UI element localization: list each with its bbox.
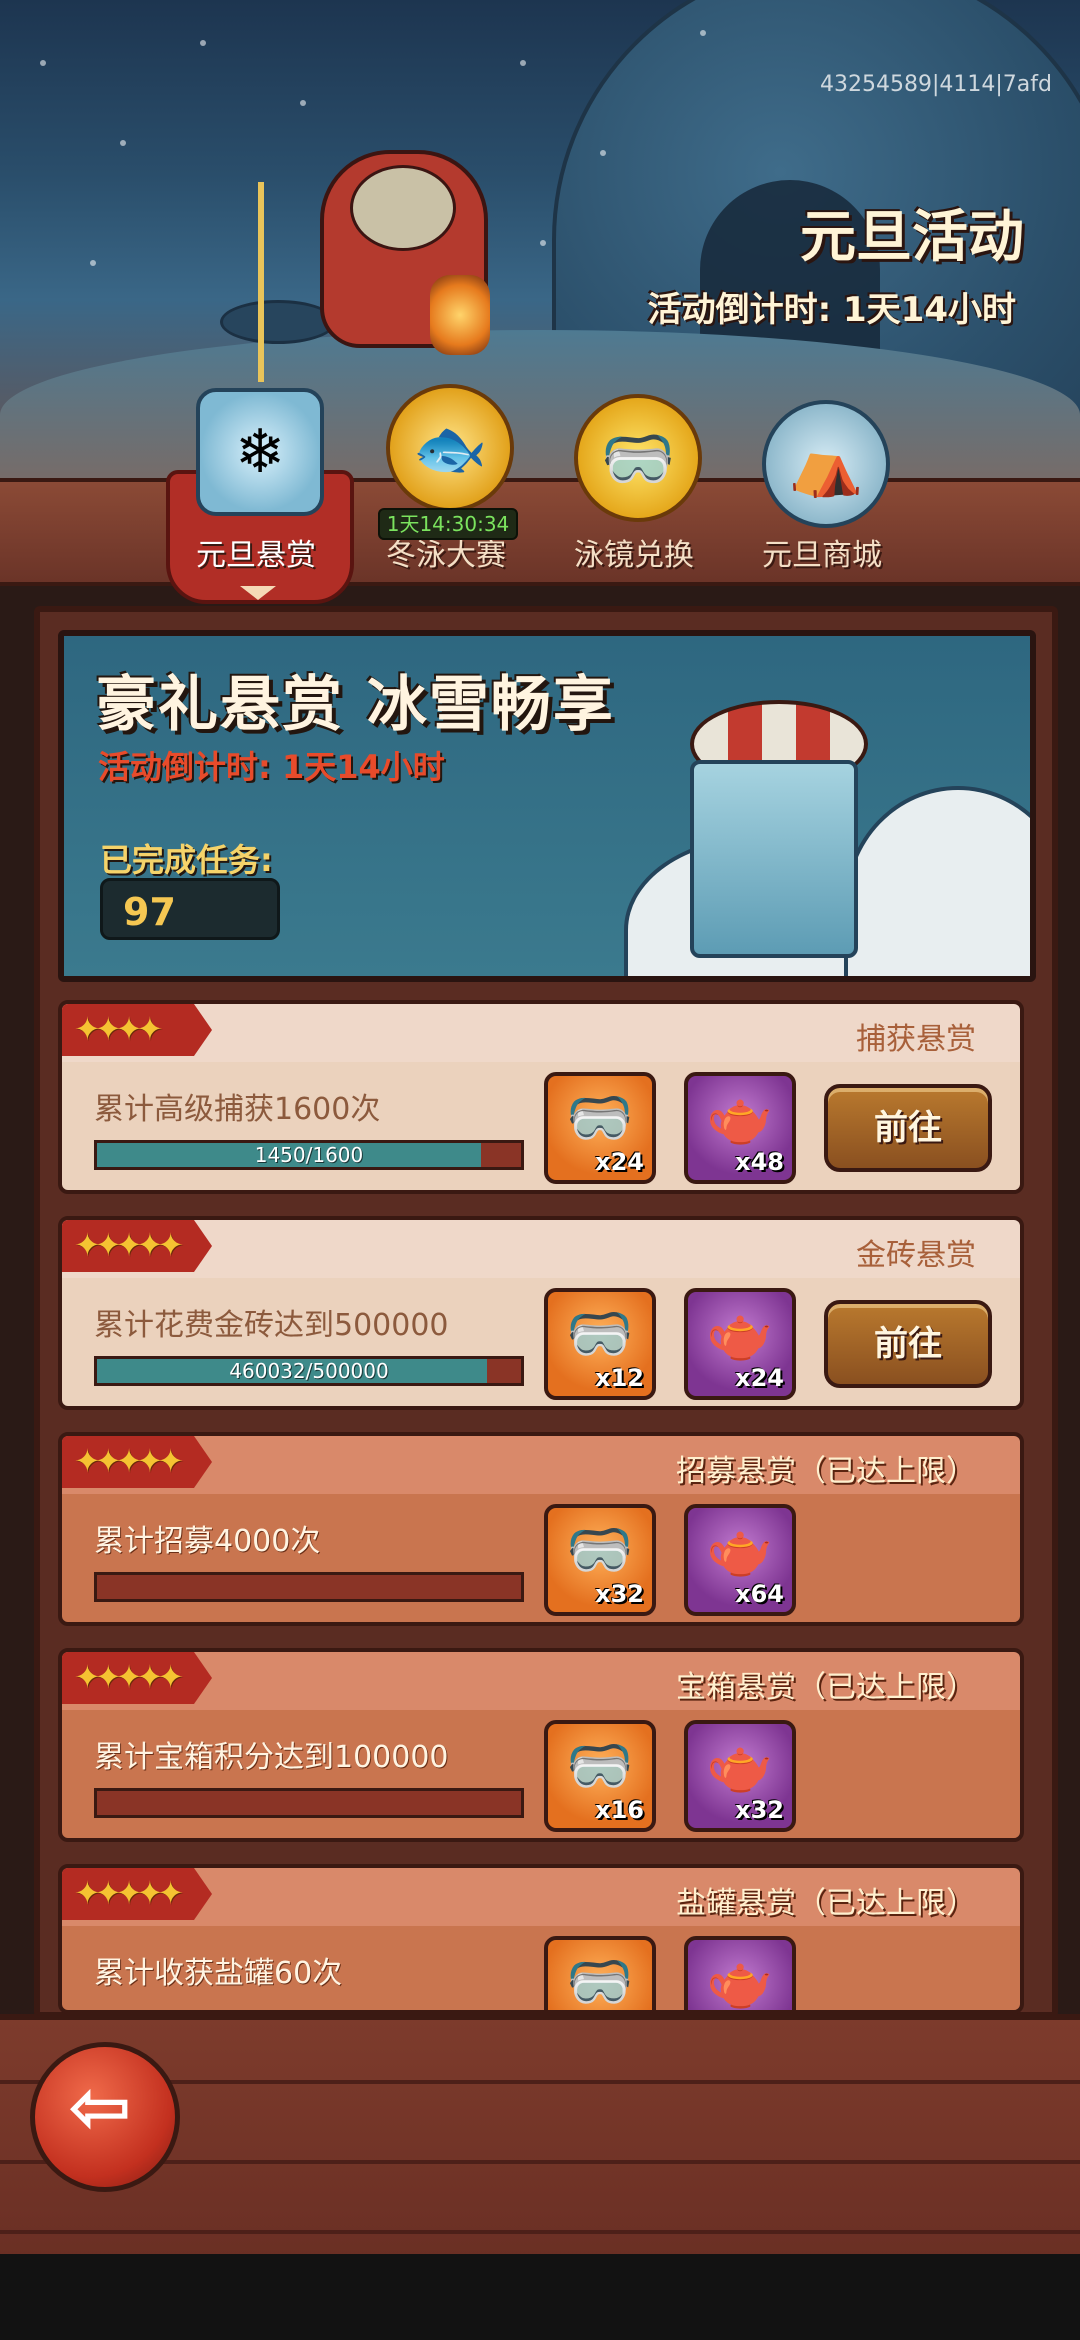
event-title: 元旦活动 xyxy=(800,205,1024,270)
reward-quantity: x64 xyxy=(735,1580,784,1608)
igloo-icon: ⛺ xyxy=(762,400,890,528)
reward-goggles[interactable]: 🥽 xyxy=(544,1936,656,2013)
penguin-face xyxy=(350,165,456,251)
star-icons: ✦✦✦✦✦ xyxy=(74,1658,184,1696)
goggles-icon: 🥽 xyxy=(574,394,702,522)
task-type: 金砖悬赏 xyxy=(856,1238,976,1273)
star-rating-tag: ✦✦✦✦ xyxy=(62,1004,212,1056)
task-description: 累计宝箱积分达到100000 xyxy=(94,1740,449,1775)
reward-quantity: x32 xyxy=(595,1580,644,1608)
pot-icon: 🫖 xyxy=(706,1302,774,1365)
task-description: 累计花费金砖达到500000 xyxy=(94,1308,449,1343)
reward-quantity: x24 xyxy=(735,1364,784,1392)
banner-countdown: 活动倒计时: 1天14小时 xyxy=(98,748,445,786)
star-rating-tag: ✦✦✦✦✦ xyxy=(62,1220,212,1272)
star-icons: ✦✦✦✦✦ xyxy=(74,1874,184,1912)
reward-goggles[interactable]: 🥽 x32 xyxy=(544,1504,656,1616)
star-rating-tag: ✦✦✦✦✦ xyxy=(62,1436,212,1488)
gold-fish-icon: 🐟 xyxy=(386,384,514,512)
lantern-icon xyxy=(430,275,490,355)
event-countdown: 活动倒计时: 1天14小时 xyxy=(647,290,1016,330)
task-description: 累计高级捕获1600次 xyxy=(94,1092,381,1127)
pot-icon: 🫖 xyxy=(706,1950,774,2013)
goggles-icon: 🥽 xyxy=(566,1086,634,1149)
task-card-chest: ✦✦✦✦✦ 宝箱悬赏（已达上限） 累计宝箱积分达到100000 🥽 x16 🫖 x3… xyxy=(58,1648,1024,1842)
goggles-icon: 🥽 xyxy=(566,1518,634,1581)
task-description: 累计收获盐罐60次 xyxy=(94,1956,343,1991)
completed-tasks-label: 已完成任务: xyxy=(100,841,273,879)
task-type: 捕获悬赏 xyxy=(856,1022,976,1057)
reward-salt-pot[interactable]: 🫖 x48 xyxy=(684,1072,796,1184)
tab-timer-badge: 1天14:30:34 xyxy=(378,508,518,540)
star-icons: ✦✦✦✦✦ xyxy=(74,1442,184,1480)
ice-trophy-icon: ❄ xyxy=(196,388,324,516)
goggles-icon: 🥽 xyxy=(566,1302,634,1365)
task-card-gold-brick: ✦✦✦✦✦ 金砖悬赏 累计花费金砖达到500000 460032/500000 … xyxy=(58,1216,1024,1410)
fishing-rod xyxy=(258,182,264,382)
task-progress-bar: 1450/1600 xyxy=(94,1140,524,1170)
reward-salt-pot[interactable]: 🫖 xyxy=(684,1936,796,2013)
tab-label: 泳镜兑换 xyxy=(574,538,694,573)
progress-text: 1450/1600 xyxy=(254,1143,364,1167)
task-type: 招募悬赏（已达上限） xyxy=(676,1454,976,1489)
reward-goggles[interactable]: 🥽 x12 xyxy=(544,1288,656,1400)
task-progress-bar: 460032/500000 xyxy=(94,1356,524,1386)
ice-hole xyxy=(220,300,336,344)
tab-label: 元旦悬赏 xyxy=(196,538,316,573)
task-progress-bar xyxy=(94,1788,524,1818)
star-icons: ✦✦✦✦✦ xyxy=(74,1226,184,1264)
reward-quantity: x12 xyxy=(595,1364,644,1392)
reward-quantity: x24 xyxy=(595,1148,644,1176)
ice-block-illustration xyxy=(690,760,858,958)
pot-icon: 🫖 xyxy=(706,1518,774,1581)
task-description: 累计招募4000次 xyxy=(94,1524,321,1559)
star-rating-tag: ✦✦✦✦✦ xyxy=(62,1652,212,1704)
tab-label: 元旦商城 xyxy=(762,538,882,573)
banner-title: 豪礼悬赏 冰雪畅享 xyxy=(96,670,615,740)
task-type: 盐罐悬赏（已达上限） xyxy=(676,1886,976,1921)
task-card-capture: ✦✦✦✦ 捕获悬赏 累计高级捕获1600次 1450/1600 🥽 x24 🫖 x4… xyxy=(58,1000,1024,1194)
reward-salt-pot[interactable]: 🫖 x64 xyxy=(684,1504,796,1616)
debug-id: 43254589|4114|7afd xyxy=(820,72,1052,97)
star-rating-tag: ✦✦✦✦✦ xyxy=(62,1868,212,1920)
completed-tasks-count: 97 xyxy=(100,878,280,940)
active-tab-indicator xyxy=(240,586,276,600)
reward-quantity: x32 xyxy=(735,1796,784,1824)
reward-salt-pot[interactable]: 🫖 x32 xyxy=(684,1720,796,1832)
task-card-recruit: ✦✦✦✦✦ 招募悬赏（已达上限） 累计招募4000次 🥽 x32 🫖 x64 xyxy=(58,1432,1024,1626)
reward-quantity: x16 xyxy=(595,1796,644,1824)
go-button[interactable]: 前往 xyxy=(824,1084,992,1172)
task-type: 宝箱悬赏（已达上限） xyxy=(676,1670,976,1705)
reward-salt-pot[interactable]: 🫖 x24 xyxy=(684,1288,796,1400)
pot-icon: 🫖 xyxy=(706,1086,774,1149)
goggles-icon: 🥽 xyxy=(566,1950,634,2013)
task-card-salt-pot: ✦✦✦✦✦ 盐罐悬赏（已达上限） 累计收获盐罐60次 🥽 🫖 xyxy=(58,1864,1024,2014)
goggles-icon: 🥽 xyxy=(566,1734,634,1797)
reward-goggles[interactable]: 🥽 x16 xyxy=(544,1720,656,1832)
pot-icon: 🫖 xyxy=(706,1734,774,1797)
go-button[interactable]: 前往 xyxy=(824,1300,992,1388)
back-arrow-icon: ⇦ xyxy=(68,2062,132,2151)
reward-quantity: x48 xyxy=(735,1148,784,1176)
star-icons: ✦✦✦✦ xyxy=(74,1010,163,1048)
snow-ground xyxy=(0,330,1080,500)
progress-text: 460032/500000 xyxy=(229,1359,389,1383)
system-nav-bar xyxy=(0,2254,1080,2340)
task-progress-bar xyxy=(94,1572,524,1602)
reward-goggles[interactable]: 🥽 x24 xyxy=(544,1072,656,1184)
